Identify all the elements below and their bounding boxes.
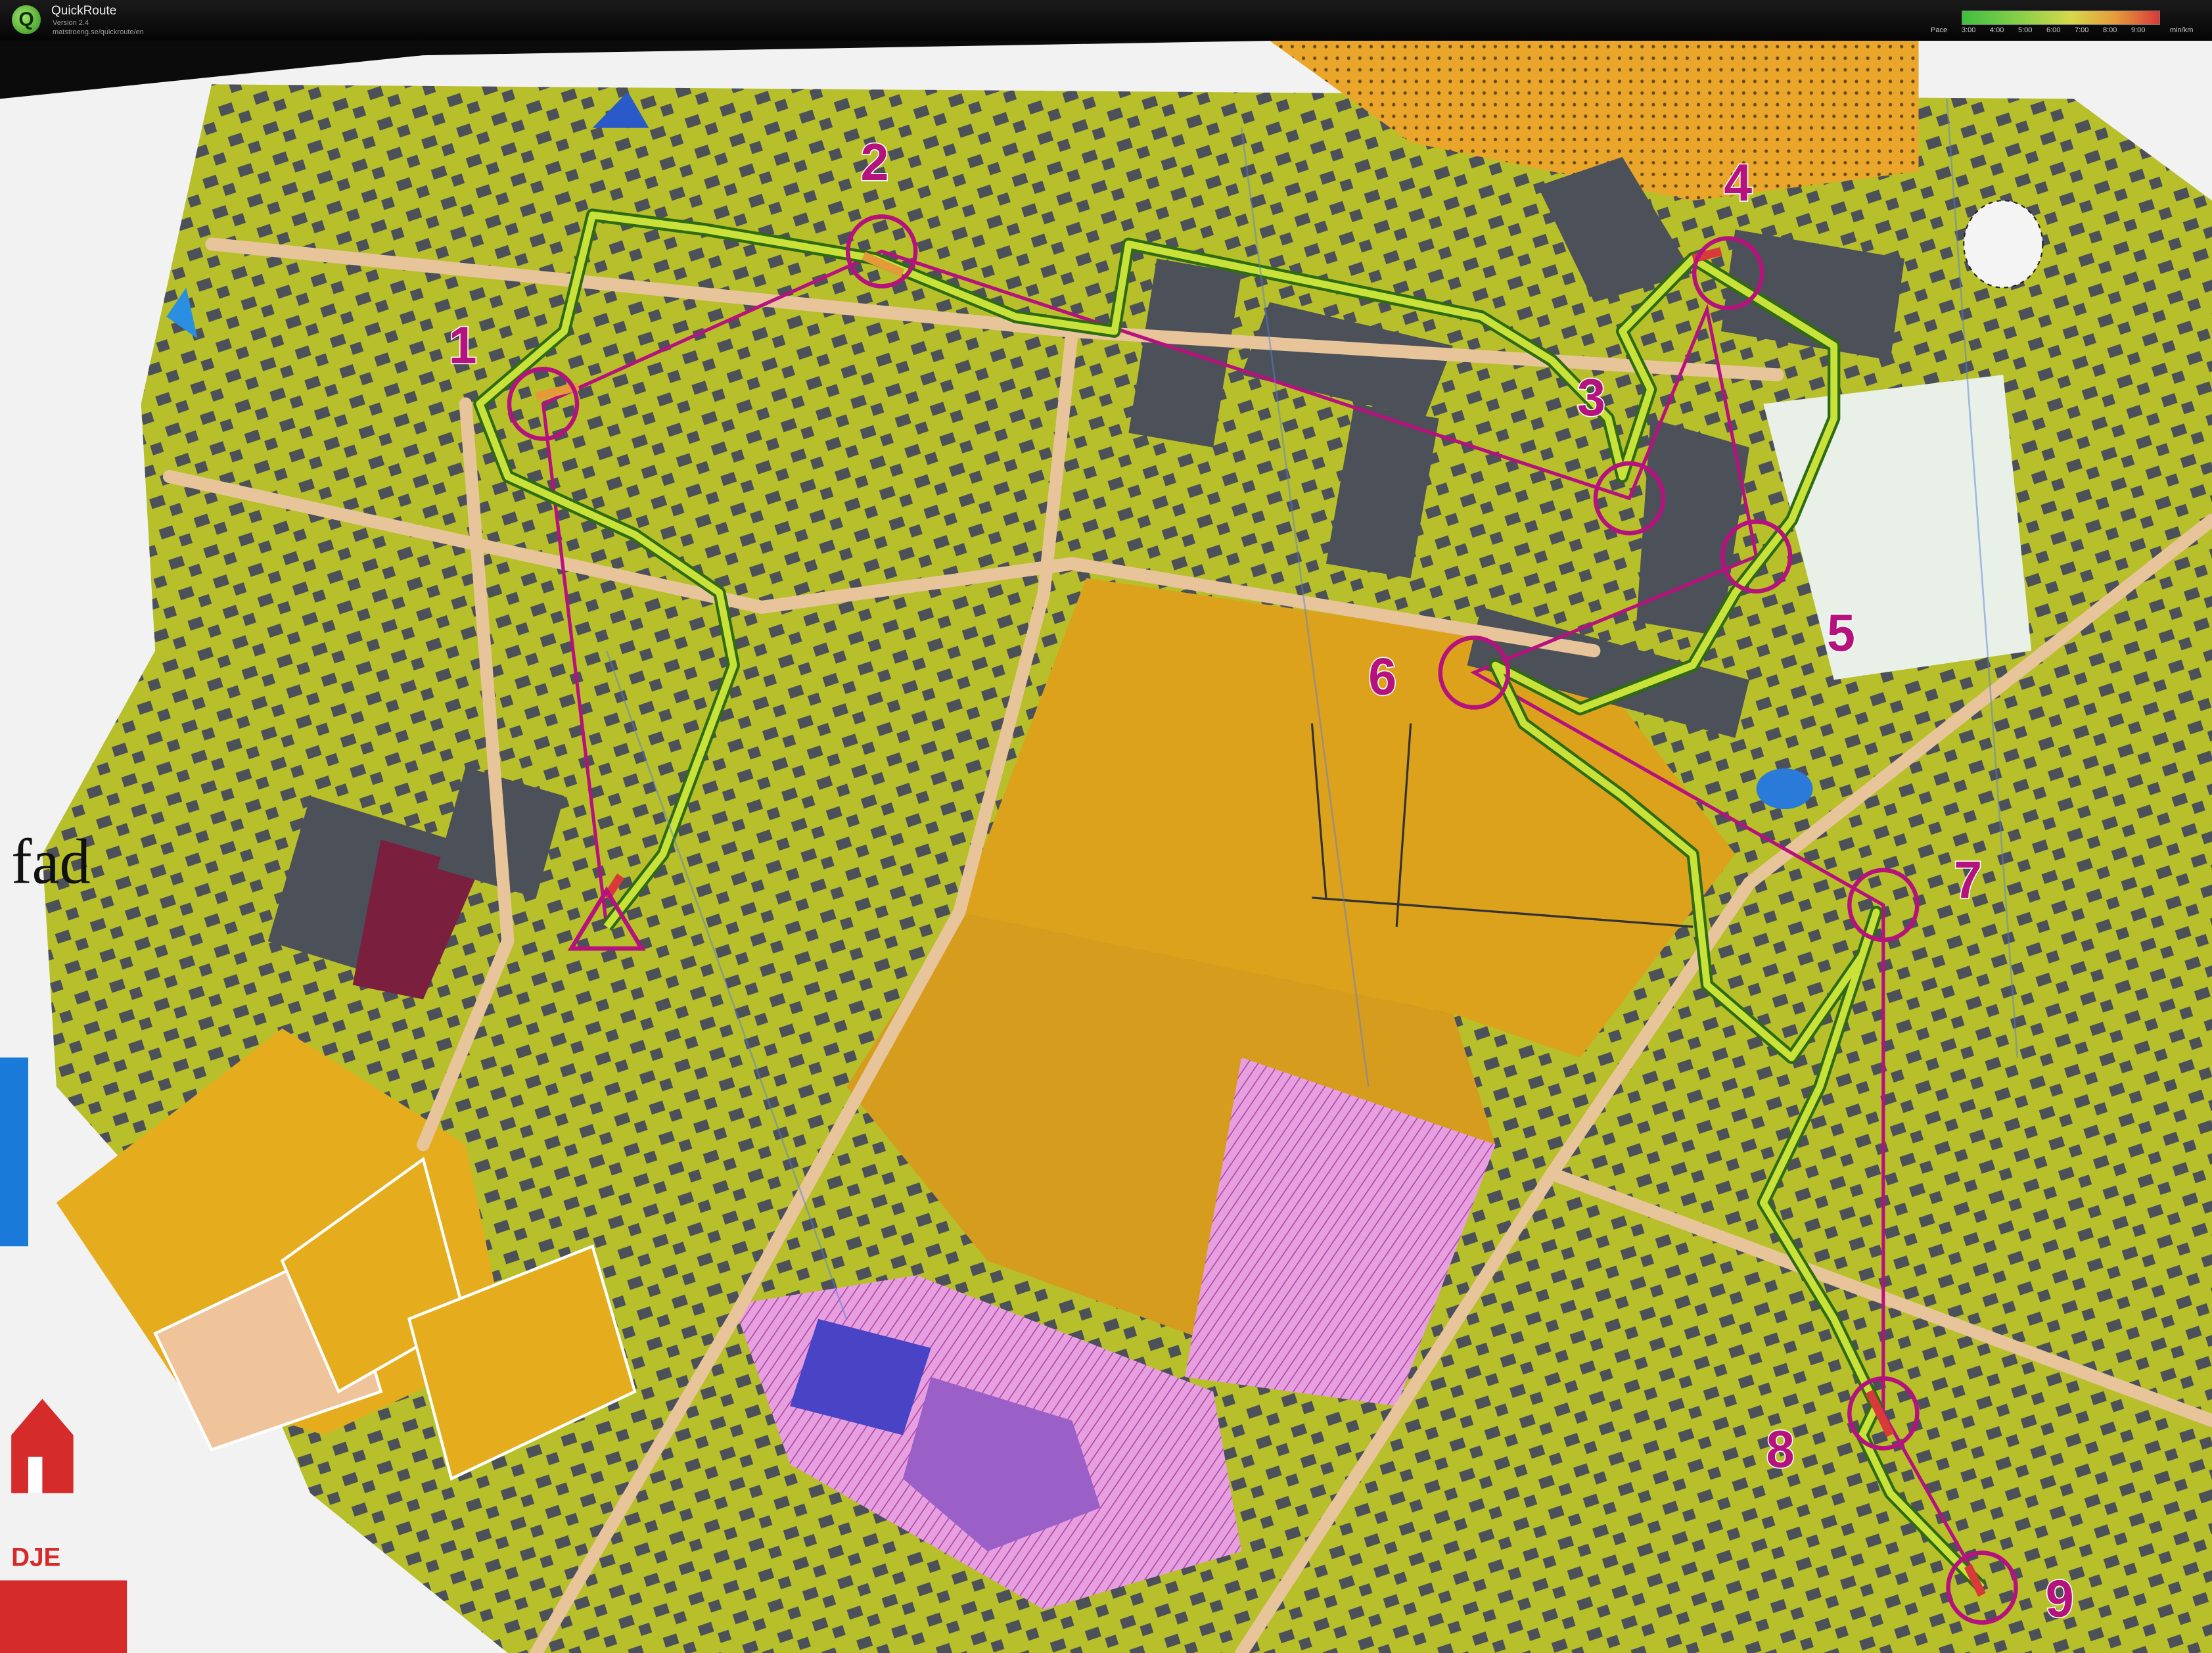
pace-tick: 9:00 <box>2131 26 2146 34</box>
control-number-8: 8 <box>1766 1420 1795 1478</box>
pace-unit: min/km <box>2170 26 2194 34</box>
pace-color-scale <box>1962 11 2160 25</box>
title-bar: Q QuickRoute Version 2.4 matstroeng.se/q… <box>0 0 2212 41</box>
pace-tick: 4:00 <box>1990 26 2004 34</box>
control-number-6: 6 <box>1368 647 1396 705</box>
app-url: matstroeng.se/quickroute/en <box>53 28 144 36</box>
map-edge-blue-mark <box>0 1057 28 1247</box>
pace-legend-label: Pace <box>1931 26 1948 34</box>
control-number-3: 3 <box>1577 368 1605 427</box>
control-number-4: 4 <box>1724 153 1752 212</box>
pond <box>1756 768 1813 810</box>
map-fragment-text-2: DJE <box>11 1543 60 1572</box>
quickroute-logo-icon: Q <box>12 5 41 34</box>
quickroute-window: Q QuickRoute Version 2.4 matstroeng.se/q… <box>0 0 2212 1653</box>
app-title: QuickRoute <box>51 4 117 18</box>
orienteering-map[interactable]: fad DJE 1 2 3 4 5 6 7 8 9 <box>0 41 2212 1653</box>
pace-tick: 5:00 <box>2018 26 2033 34</box>
pace-tick: 8:00 <box>2103 26 2117 34</box>
control-number-5: 5 <box>1827 603 1855 662</box>
pace-tick: 7:00 <box>2075 26 2089 34</box>
pace-tick: 6:00 <box>2046 26 2061 34</box>
red-logo-block <box>0 1580 127 1653</box>
control-number-7: 7 <box>1954 850 1982 909</box>
map-fragment-text: fad <box>11 827 91 898</box>
control-number-9: 9 <box>2046 1570 2074 1628</box>
pace-tick: 3:00 <box>1962 26 1976 34</box>
circle-feature <box>1963 199 2044 289</box>
map-viewport[interactable]: fad DJE 1 2 3 4 5 6 7 8 9 <box>0 41 2212 1653</box>
app-version: Version 2.4 <box>53 19 89 27</box>
control-number-1: 1 <box>449 316 477 375</box>
control-number-2: 2 <box>860 133 888 191</box>
